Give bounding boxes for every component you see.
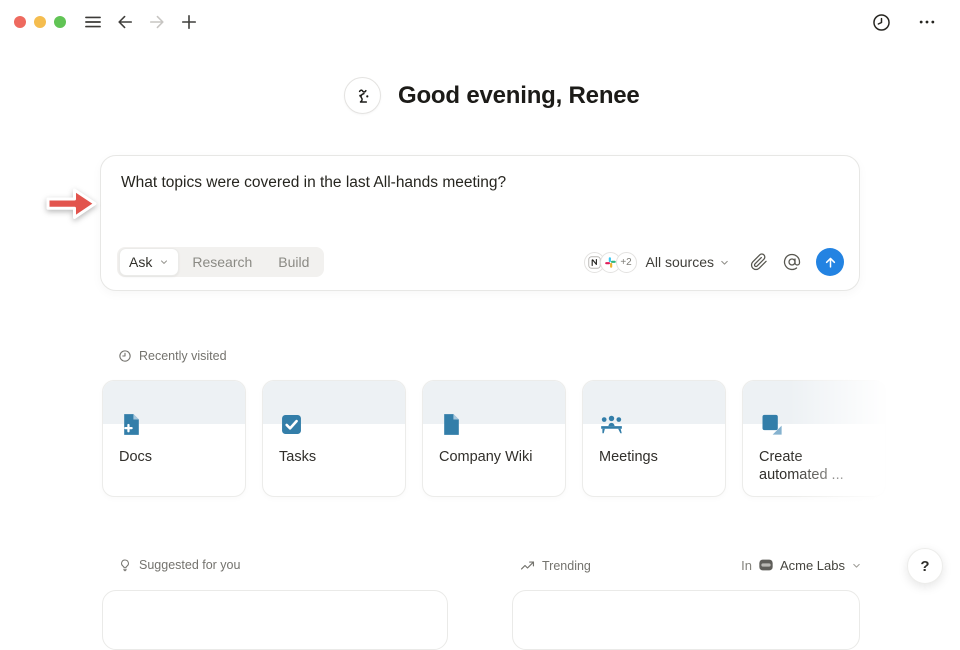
document-icon [438,411,465,438]
new-tab-button[interactable] [176,9,202,35]
doc-plus-icon [118,411,145,438]
submit-button[interactable] [816,248,844,276]
mode-build-button[interactable]: Build [265,254,322,270]
all-sources-dropdown[interactable]: All sources [646,254,730,270]
recently-visited-header: Recently visited [118,349,227,363]
recent-card-tasks[interactable]: Tasks [262,380,406,497]
mention-button[interactable] [778,248,806,276]
template-icon [758,411,785,438]
arrow-up-icon [823,255,838,270]
task-check-icon [278,411,305,438]
hamburger-icon [83,12,103,32]
page-title: Good evening, Renee [398,82,640,110]
trending-up-icon [520,558,535,573]
suggested-header: Suggested for you [118,558,240,572]
chevron-down-icon [719,257,730,268]
mode-ask-button[interactable]: Ask [119,248,179,276]
clock-icon [118,349,132,363]
mode-research-button[interactable]: Research [179,254,265,270]
traffic-light-minimize[interactable] [34,16,46,28]
recent-card-company-wiki[interactable]: Company Wiki [422,380,566,497]
recent-card-meetings[interactable]: Meetings [582,380,726,497]
traffic-light-maximize[interactable] [54,16,66,28]
recent-card-docs[interactable]: Docs [102,380,246,497]
help-button[interactable]: ? [907,548,943,584]
clock-icon [871,12,892,33]
greeting-header: Good evening, Renee [344,77,640,114]
more-options-button[interactable] [914,9,940,35]
help-label: ? [920,558,929,575]
ai-face-icon [344,77,381,114]
chevron-down-icon [851,560,862,571]
mode-switcher: Ask Research Build [117,247,324,277]
plus-icon [179,12,199,32]
workspace-selector[interactable]: In Acme Labs [741,557,862,573]
attach-file-button[interactable] [745,248,773,276]
arrow-right-icon [147,12,167,32]
sidebar-menu-button[interactable] [80,9,106,35]
composer-actions: +2 All sources [584,248,844,276]
people-table-icon [598,411,625,438]
traffic-light-close[interactable] [14,16,26,28]
arrow-left-icon [115,12,135,32]
trending-card[interactable] [512,590,860,650]
composer-toolbar: Ask Research Build +2 All sources [117,247,844,277]
composer-input[interactable]: What topics were covered in the last All… [121,173,839,193]
at-sign-icon [783,253,801,271]
trending-header: Trending [520,558,591,573]
paperclip-icon [750,253,768,271]
sources-overflow-badge: +2 [616,252,637,273]
source-chips[interactable]: +2 [584,252,637,273]
back-button[interactable] [112,9,138,35]
workspace-logo-icon [758,557,774,573]
annotation-arrow-icon [44,183,100,225]
history-button[interactable] [868,9,894,35]
recent-card-create-automated[interactable]: Create automated ... [742,380,886,497]
ask-composer[interactable]: What topics were covered in the last All… [100,155,860,291]
suggested-card[interactable] [102,590,448,650]
ellipsis-icon [916,12,938,32]
forward-button[interactable] [144,9,170,35]
lightbulb-icon [118,558,132,572]
titlebar [0,0,960,44]
chevron-down-icon [159,257,169,267]
